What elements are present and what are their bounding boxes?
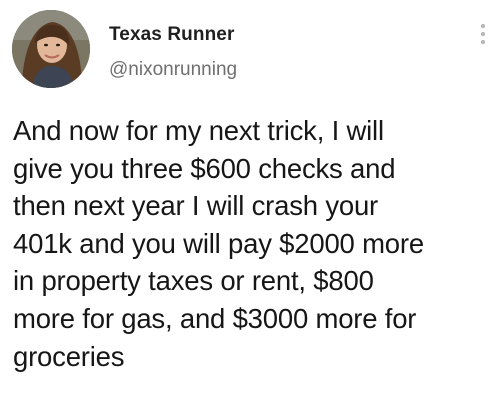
profile-photo-icon (12, 10, 90, 88)
menu-dot (481, 40, 485, 44)
tweet-header: Texas Runner @nixonrunning (12, 10, 490, 90)
menu-dot (481, 24, 485, 28)
more-vertical-icon[interactable] (478, 24, 488, 52)
display-name[interactable]: Texas Runner (109, 24, 234, 46)
tweet-card: Texas Runner @nixonrunning And now for m… (0, 0, 500, 403)
user-handle[interactable]: @nixonrunning (109, 59, 237, 81)
tweet-text: And now for my next trick, I will give y… (13, 115, 424, 372)
avatar[interactable] (12, 10, 90, 88)
menu-dot (481, 32, 485, 36)
